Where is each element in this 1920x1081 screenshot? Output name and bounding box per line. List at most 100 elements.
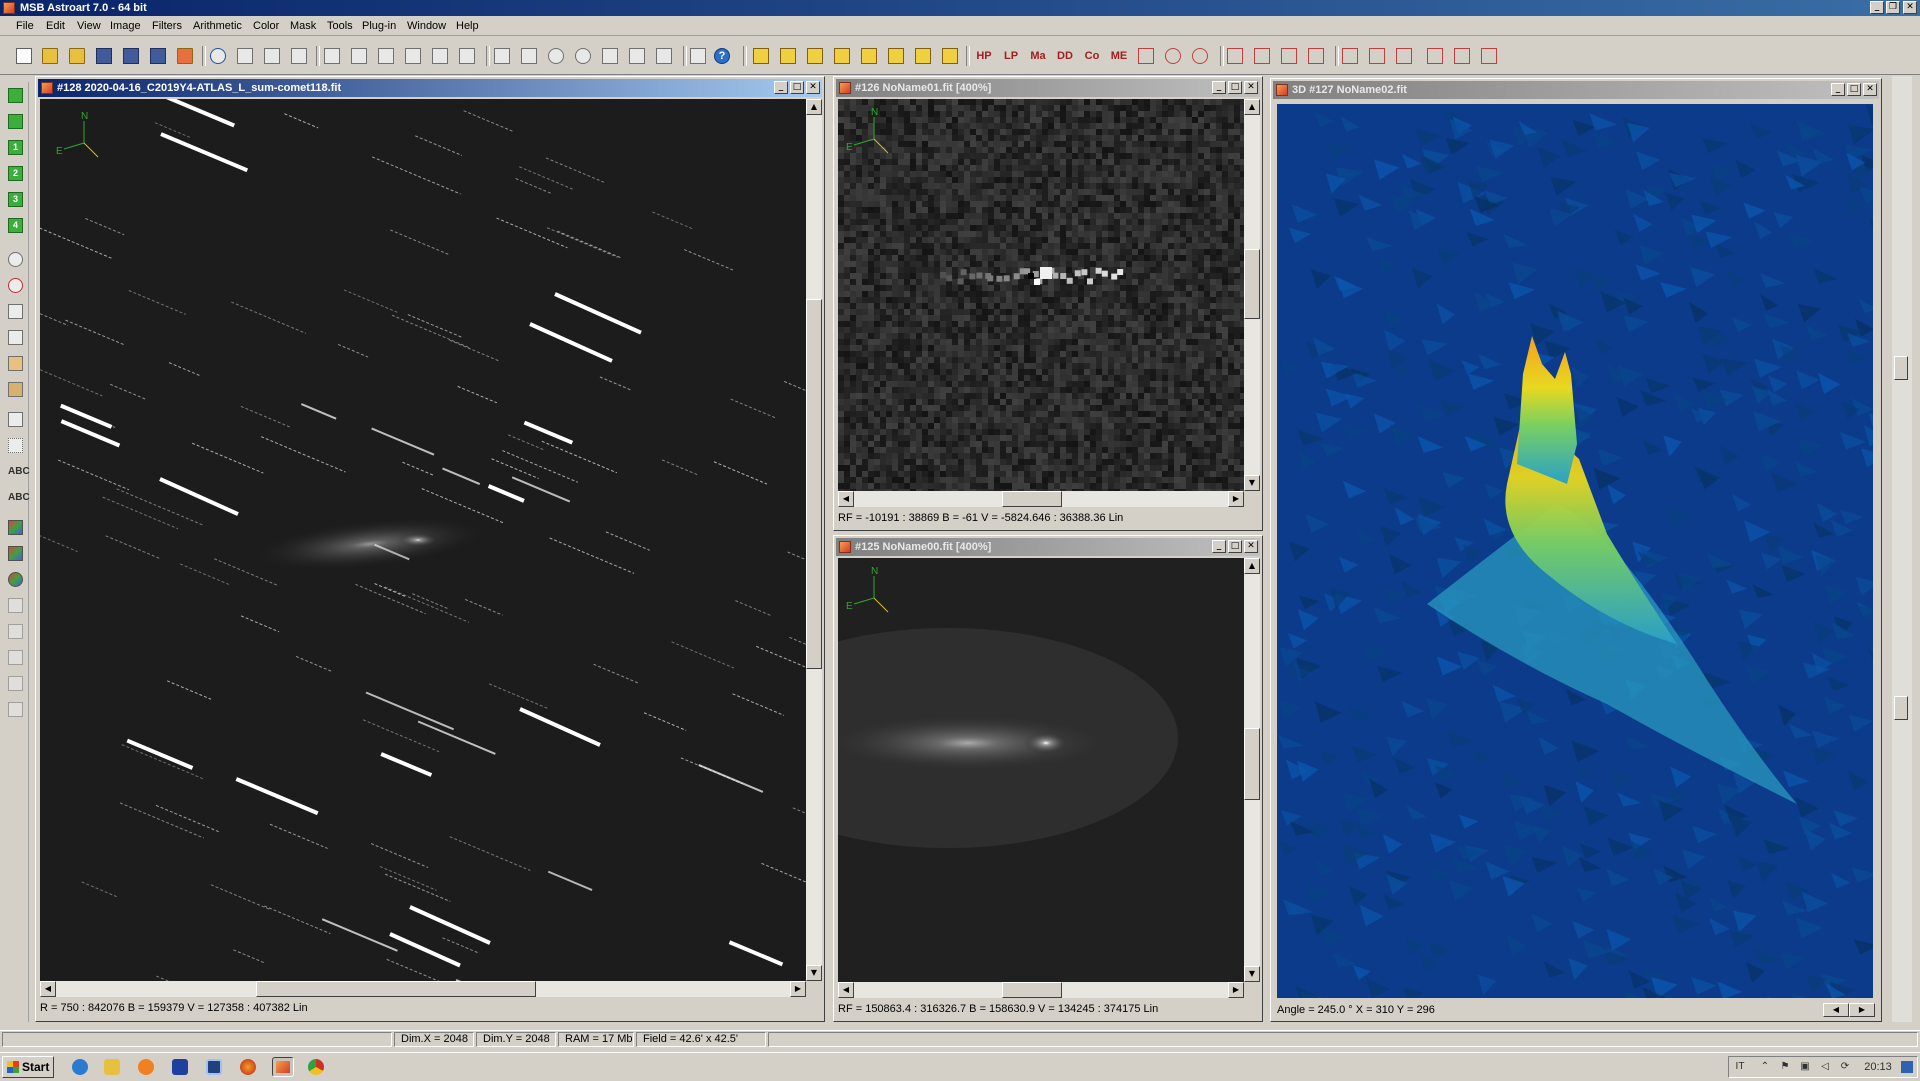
- layer-4-button[interactable]: 4: [8, 218, 23, 233]
- comet-zoom-view[interactable]: NE: [838, 558, 1244, 982]
- scroll-down-icon[interactable]: ▼: [806, 965, 822, 981]
- comet-image-view[interactable]: NE: [40, 99, 806, 981]
- minimize-icon[interactable]: _: [1212, 540, 1226, 553]
- crop-icon[interactable]: [1308, 48, 1324, 64]
- network-icon[interactable]: ▣: [1799, 1061, 1811, 1073]
- horizontal-scrollbar[interactable]: ◀ ▶: [838, 491, 1244, 507]
- new-file-icon[interactable]: [16, 48, 32, 64]
- explorer-icon[interactable]: [104, 1059, 120, 1075]
- save-as-icon[interactable]: [123, 48, 139, 64]
- menu-mask[interactable]: Mask: [290, 20, 316, 32]
- save-icon[interactable]: [96, 48, 112, 64]
- save-task-icon[interactable]: [172, 1059, 188, 1075]
- restore-icon[interactable]: ❐: [1886, 1, 1900, 14]
- scroll-thumb[interactable]: [1894, 696, 1908, 720]
- internet-explorer-icon[interactable]: [72, 1059, 88, 1075]
- scroll-thumb[interactable]: [1894, 356, 1908, 380]
- frame-icon[interactable]: [1227, 48, 1243, 64]
- fit-window-icon[interactable]: [629, 48, 645, 64]
- selection-icon[interactable]: [8, 438, 23, 453]
- menu-plugin[interactable]: Plug-in: [362, 20, 396, 32]
- arrange-icon[interactable]: [1396, 48, 1412, 64]
- window-125-titlebar[interactable]: #125 NoName00.fit [400%] _ □ ✕: [836, 538, 1260, 556]
- blur-icon[interactable]: [1192, 48, 1208, 64]
- camera-icon[interactable]: [206, 1059, 222, 1075]
- aperture-icon[interactable]: [8, 252, 23, 267]
- resize-icon[interactable]: [1281, 48, 1297, 64]
- close-icon[interactable]: ✕: [1863, 83, 1877, 96]
- maximize-icon[interactable]: □: [1847, 83, 1861, 96]
- layer-2-button[interactable]: 2: [8, 166, 23, 181]
- chrome-icon[interactable]: [308, 1059, 324, 1075]
- scroll-down-icon[interactable]: ▼: [1244, 966, 1260, 982]
- divide-icon[interactable]: [834, 48, 850, 64]
- histogram-icon[interactable]: [351, 48, 367, 64]
- multiply-icon[interactable]: [807, 48, 823, 64]
- zoom-out-icon[interactable]: [575, 48, 591, 64]
- visualization-icon[interactable]: [405, 48, 421, 64]
- maximize-icon[interactable]: □: [790, 81, 804, 94]
- close-icon[interactable]: ✕: [1903, 1, 1917, 14]
- bars-icon[interactable]: [1138, 48, 1154, 64]
- grid-icon[interactable]: [1481, 48, 1497, 64]
- scroll-left-icon[interactable]: ◀: [838, 982, 854, 998]
- lowpass-button[interactable]: LP: [1001, 48, 1021, 64]
- scroll-up-icon[interactable]: ▲: [1244, 558, 1260, 574]
- window-127-3d[interactable]: 3D #127 NoName02.fit _ □ ✕ Angle = 245.0…: [1270, 78, 1882, 1022]
- menu-window[interactable]: Window: [407, 20, 446, 32]
- horizontal-scrollbar[interactable]: ◀ ▶: [40, 981, 806, 997]
- scroll-left-icon[interactable]: ◀: [838, 491, 854, 507]
- scroll-thumb[interactable]: [1002, 982, 1062, 998]
- save-all-icon[interactable]: [150, 48, 166, 64]
- scroll-down-icon[interactable]: ▼: [1244, 475, 1260, 491]
- window-125[interactable]: #125 NoName00.fit [400%] _ □ ✕ NE ▲ ▼ ◀ …: [833, 535, 1263, 1022]
- volume-icon[interactable]: ◁: [1819, 1061, 1831, 1073]
- split-vertical-icon[interactable]: [1454, 48, 1470, 64]
- actual-size-icon[interactable]: [656, 48, 672, 64]
- window-126-titlebar[interactable]: #126 NoName01.fit [400%] _ □ ✕: [836, 79, 1260, 97]
- stack-icon[interactable]: [861, 48, 877, 64]
- comet-zoom-residual-view[interactable]: NE: [838, 99, 1244, 491]
- profile-icon[interactable]: [494, 48, 510, 64]
- menu-color[interactable]: Color: [253, 20, 279, 32]
- green-square-icon[interactable]: [8, 88, 23, 103]
- star-marker-icon[interactable]: [8, 278, 23, 293]
- scroll-thumb[interactable]: [806, 299, 822, 669]
- disabled-tool-1-icon[interactable]: [8, 598, 23, 613]
- scroll-thumb[interactable]: [256, 981, 536, 997]
- copy-icon[interactable]: [237, 48, 253, 64]
- table-icon[interactable]: [8, 356, 23, 371]
- disabled-tool-4-icon[interactable]: [8, 676, 23, 691]
- show-hidden-icon[interactable]: ⌃: [1759, 1061, 1771, 1073]
- tile-icon[interactable]: [1369, 48, 1385, 64]
- scroll-thumb[interactable]: [1002, 491, 1062, 507]
- zoom-in-icon[interactable]: [548, 48, 564, 64]
- text-edit-tool[interactable]: ABC: [8, 490, 23, 505]
- show-desktop-icon[interactable]: [1901, 1061, 1913, 1073]
- refresh-icon[interactable]: [210, 48, 226, 64]
- maximize-icon[interactable]: □: [1228, 81, 1242, 94]
- window-128[interactable]: #128 2020-04-16_C2019Y4-ATLAS_L_sum-come…: [35, 76, 825, 1022]
- info-icon[interactable]: [324, 48, 340, 64]
- vertical-scrollbar[interactable]: ▲ ▼: [806, 99, 822, 981]
- ddp-button[interactable]: DD: [1055, 48, 1075, 64]
- duplicate-icon[interactable]: [264, 48, 280, 64]
- header-icon[interactable]: [432, 48, 448, 64]
- binoculars-icon[interactable]: [690, 48, 706, 64]
- minimize-icon[interactable]: _: [774, 81, 788, 94]
- color-button[interactable]: Co: [1082, 48, 1102, 64]
- window-128-titlebar[interactable]: #128 2020-04-16_C2019Y4-ATLAS_L_sum-come…: [38, 79, 822, 97]
- me-button[interactable]: ME: [1109, 48, 1129, 64]
- menu-arithmetic[interactable]: Arithmetic: [193, 20, 242, 32]
- minimize-icon[interactable]: _: [1212, 81, 1226, 94]
- maximize-icon[interactable]: □: [1228, 540, 1242, 553]
- scroll-right-icon[interactable]: ▶: [1228, 491, 1244, 507]
- split-horizontal-icon[interactable]: [1427, 48, 1443, 64]
- close-icon[interactable]: ✕: [1244, 540, 1258, 553]
- color-palette-icon[interactable]: [8, 546, 23, 561]
- scroll-thumb[interactable]: [1244, 249, 1260, 319]
- layer-3-button[interactable]: 3: [8, 192, 23, 207]
- menu-file[interactable]: File: [16, 20, 34, 32]
- sync-icon[interactable]: ⟳: [1839, 1061, 1851, 1073]
- menu-edit[interactable]: Edit: [46, 20, 65, 32]
